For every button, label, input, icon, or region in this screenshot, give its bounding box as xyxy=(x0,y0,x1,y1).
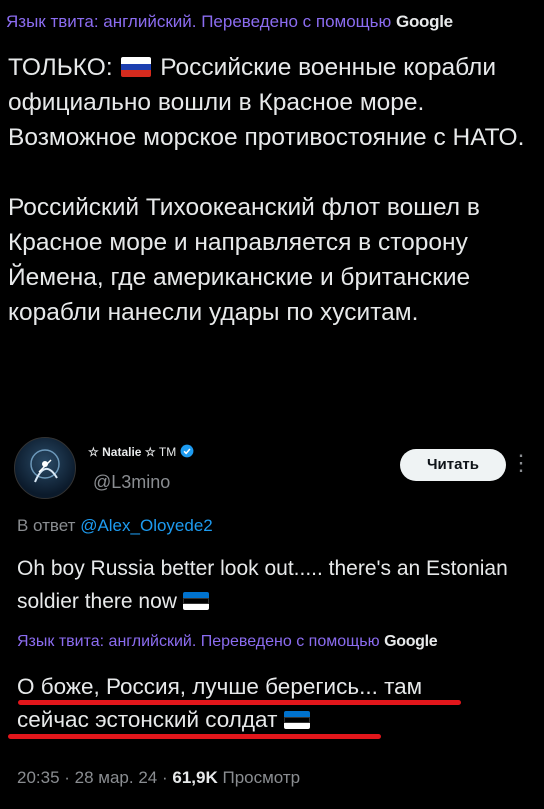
translated-line-2: сейчас эстонский солдат xyxy=(17,707,278,732)
reply-to-handle-link[interactable]: @Alex_Oloyede2 xyxy=(80,516,213,535)
author-name: Natalie xyxy=(102,445,142,459)
reply-author[interactable]: ☆ Natalie ☆ TM xyxy=(88,444,194,459)
star-icon: ☆ xyxy=(144,445,156,459)
reply-to: В ответ @Alex_Oloyede2 xyxy=(17,516,213,536)
reply-text: Oh boy Russia better look out..... there… xyxy=(17,557,508,613)
red-underline xyxy=(18,700,461,705)
tweet-body: ТОЛЬКО: Российские военные корабли офици… xyxy=(8,50,538,330)
red-underline xyxy=(8,734,381,739)
follow-button[interactable]: Читать xyxy=(400,449,506,481)
google-brand: Google xyxy=(396,12,453,31)
reply-to-prefix: В ответ xyxy=(17,516,76,535)
reply-body: Oh boy Russia better look out..... there… xyxy=(17,552,532,618)
tweet-paragraph-1: ТОЛЬКО: Российские военные корабли офици… xyxy=(8,50,538,155)
views-count: 61,9K xyxy=(172,768,218,787)
tweet-prefix: ТОЛЬКО: xyxy=(8,54,113,81)
avatar[interactable] xyxy=(14,437,76,499)
author-badge: TM xyxy=(158,445,177,459)
more-options-icon[interactable]: ⋮ xyxy=(510,450,532,476)
translated-line-1: О боже, Россия, лучше берегись... там xyxy=(17,674,423,699)
views-label: Просмотр xyxy=(222,768,301,787)
reply-translation-note-text: Язык твита: английский. Переведено с пом… xyxy=(17,633,380,650)
tweet-meta: 20:35 · 28 мар. 24 · 61,9K Просмотр xyxy=(17,768,300,788)
timestamp[interactable]: 20:35 · 28 мар. 24 · xyxy=(17,768,168,787)
avatar-image xyxy=(30,449,60,483)
verified-badge-icon xyxy=(180,444,194,458)
translation-note[interactable]: Язык твита: английский. Переведено с пом… xyxy=(6,12,453,32)
reply-translation-note[interactable]: Язык твита: английский. Переведено с пом… xyxy=(17,633,438,651)
flag-estonia-icon xyxy=(182,592,209,610)
tweet-paragraph-2: Российский Тихоокеанский флот вошел в Кр… xyxy=(8,194,480,326)
translation-note-text: Язык твита: английский. Переведено с пом… xyxy=(6,12,392,31)
author-handle[interactable]: @L3mino xyxy=(93,472,170,493)
google-brand: Google xyxy=(384,633,438,650)
star-icon: ☆ xyxy=(88,445,99,459)
flag-estonia-icon xyxy=(283,711,310,729)
flag-russia-icon xyxy=(121,57,152,77)
